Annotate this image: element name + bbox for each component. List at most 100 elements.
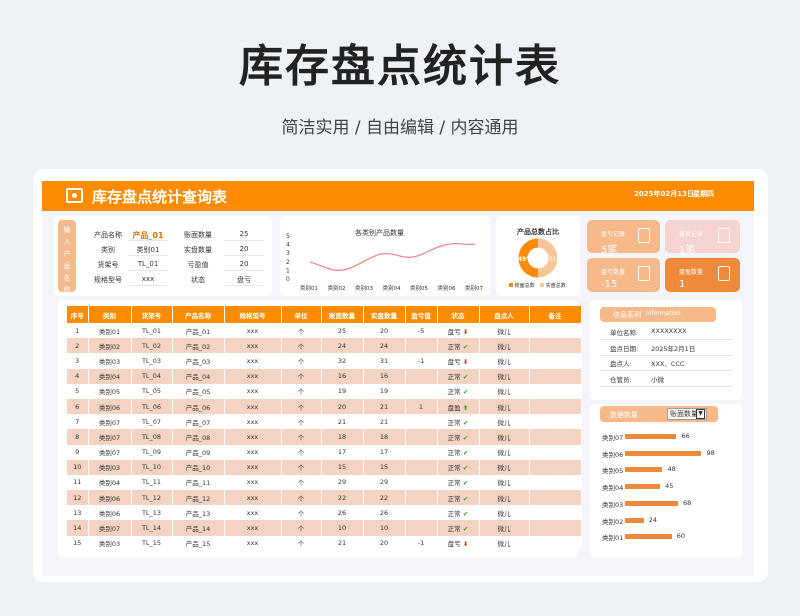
column-header[interactable]: 实盘数量 [363,306,406,323]
table-cell: TL_07 [131,414,173,430]
donut-label-actual: 51% [549,256,563,263]
field-value: 25 [239,230,249,238]
info-divider [600,385,732,387]
field-value: 20 [239,260,249,268]
donut-legend: 账面总数 实盘总数 [509,282,566,289]
status-cell: 正常 ✔ [437,505,480,521]
column-header[interactable]: 账面数量 [321,306,364,323]
column-header[interactable]: 货架号 [131,306,173,323]
column-header[interactable]: 备注 [529,306,582,323]
table-cell: TL_15 [131,535,173,551]
column-header[interactable]: 规格型号 [224,306,282,323]
donut-label-book: 49% [518,256,532,263]
table-row[interactable]: 4 类别04 TL_04 产品_04 xxx 个 16 16 正常 ✔ 微儿 [67,368,582,384]
status-text: 正常 [447,342,461,351]
table-cell: 微儿 [479,429,530,445]
kpi-loss-records: 盘亏记录 5笔 [587,220,660,256]
table-cell: 15 [67,535,89,551]
table-cell: -1 [405,535,438,551]
table-cell: 5 [67,383,89,399]
table-cell: 类别01 [88,323,132,339]
y-tick-label: 0 [286,276,290,283]
clipboard-icon [718,266,730,281]
table-cell: 类别06 [88,490,132,506]
table-cell [529,444,582,460]
table-cell: -5 [405,323,438,339]
table-cell: 个 [281,490,322,506]
table-row[interactable]: 8 类别07 TL_08 产品_08 xxx 个 18 18 正常 ✔ 微儿 [67,429,582,445]
table-cell: 24 [321,338,364,354]
field-label: 亏盈值 [187,261,209,269]
table-row[interactable]: 3 类别03 TL_03 产品_03 xxx 个 32 31 -1 盘亏 ⬇ 微儿 [67,353,582,369]
table-cell: TL_05 [131,383,173,399]
table-cell [405,338,438,354]
table-cell [405,368,438,384]
table-cell: xxx [224,398,282,415]
table-cell: 21 [363,398,406,415]
status-cell: 盘亏 ⬇ [437,535,480,551]
table-row[interactable]: 15 类别03 TL_15 产品_15 xxx 个 21 20 -1 盘亏 ⬇ 微儿 [67,535,582,551]
table-cell: 产品_06 [172,398,225,415]
table-cell: 微儿 [479,505,530,521]
table-row[interactable]: 12 类别06 TL_12 产品_12 xxx 个 22 22 正常 ✔ 微儿 [67,490,582,506]
table-row[interactable]: 7 类别07 TL_07 产品_07 xxx 个 21 21 正常 ✔ 微儿 [67,414,582,430]
column-header[interactable]: 状态 [437,306,480,323]
table-row[interactable]: 10 类别03 TL_10 产品_10 xxx 个 15 15 正常 ✔ 微儿 [67,459,582,475]
table-cell: 个 [281,368,322,384]
y-tick-label: 2 [286,259,290,266]
y-tick-label: 5 [286,233,290,240]
chevron-down-icon[interactable]: ▼ [696,409,705,419]
field-label: 实盘数量 [184,246,212,254]
info-header-label: 信息系列 [613,311,641,319]
column-header[interactable]: 产品名称 [172,306,225,323]
tab-char: 称 [63,286,71,294]
table-row[interactable]: 6 类别06 TL_06 产品_06 xxx 个 20 21 1 盘盈 ⬆ 微儿 [67,398,582,415]
table-cell: xxx [224,383,282,399]
table-cell [405,474,438,491]
status-cell: 正常 ✔ [437,520,480,536]
table-cell: 产品_05 [172,383,225,399]
field-underline [224,255,264,256]
table-cell: xxx [224,323,282,339]
table-cell: 9 [67,444,89,460]
column-header[interactable]: 序号 [67,306,89,323]
table-cell: 微儿 [479,490,530,506]
table-cell: 微儿 [479,414,530,430]
table-cell: 26 [321,505,364,521]
field-value: xxx [141,275,155,283]
table-row[interactable]: 9 类别07 TL_09 产品_09 xxx 个 17 17 正常 ✔ 微儿 [67,444,582,460]
table-cell: 产品_09 [172,444,225,460]
check-icon: ✔ [460,373,469,382]
bar-category-label: 类别07 [602,434,624,442]
table-cell: 20 [321,398,364,415]
table-row[interactable]: 5 类别05 TL_05 产品_05 xxx 个 19 19 正常 ✔ 微儿 [67,383,582,399]
x-tick-label: 类别06 [438,284,456,292]
column-header[interactable]: 类别 [88,306,132,323]
table-cell: 7 [67,414,89,430]
table-row[interactable]: 13 类别06 TL_13 产品_13 xxx 个 26 26 正常 ✔ 微儿 [67,505,582,521]
info-label: 单位名称: [610,329,639,337]
table-cell: 1 [405,398,438,415]
status-cell: 盘亏 ⬇ [437,323,480,339]
donut-chart: 49% 51% [518,238,563,278]
table-row[interactable]: 14 类别07 TL_14 产品_14 xxx 个 10 10 正常 ✔ 微儿 [67,520,582,536]
column-header[interactable]: 盘点人 [479,306,530,323]
table-row[interactable]: 2 类别02 TL_02 产品_02 xxx 个 24 24 正常 ✔ 微儿 [67,338,582,354]
table-cell: 20 [363,535,406,551]
table-cell: 8 [67,429,89,445]
table-row[interactable]: 11 类别04 TL_11 产品_11 xxx 个 29 29 正常 ✔ 微儿 [67,474,582,491]
column-header[interactable]: 单位 [281,306,322,323]
table-cell: 12 [67,490,89,506]
status-text: 正常 [447,388,461,397]
table-cell: 个 [281,474,322,491]
input-product-tab[interactable]: 输 入 产 品 名 称 [58,220,76,294]
table-row[interactable]: 1 类别01 TL_01 产品_01 xxx 个 25 20 -5 盘亏 ⬇ 微儿 [67,323,582,339]
status-text: 正常 [447,433,461,442]
bar-value-label: 48 [667,465,676,474]
status-cell: 正常 ✔ [437,429,480,445]
table-cell [529,429,582,445]
column-header[interactable]: 盈亏值 [405,306,438,323]
field-label: 货架号 [97,261,119,269]
info-value: XXX、CCC [651,360,685,368]
bar-category-label: 类别02 [602,517,624,526]
